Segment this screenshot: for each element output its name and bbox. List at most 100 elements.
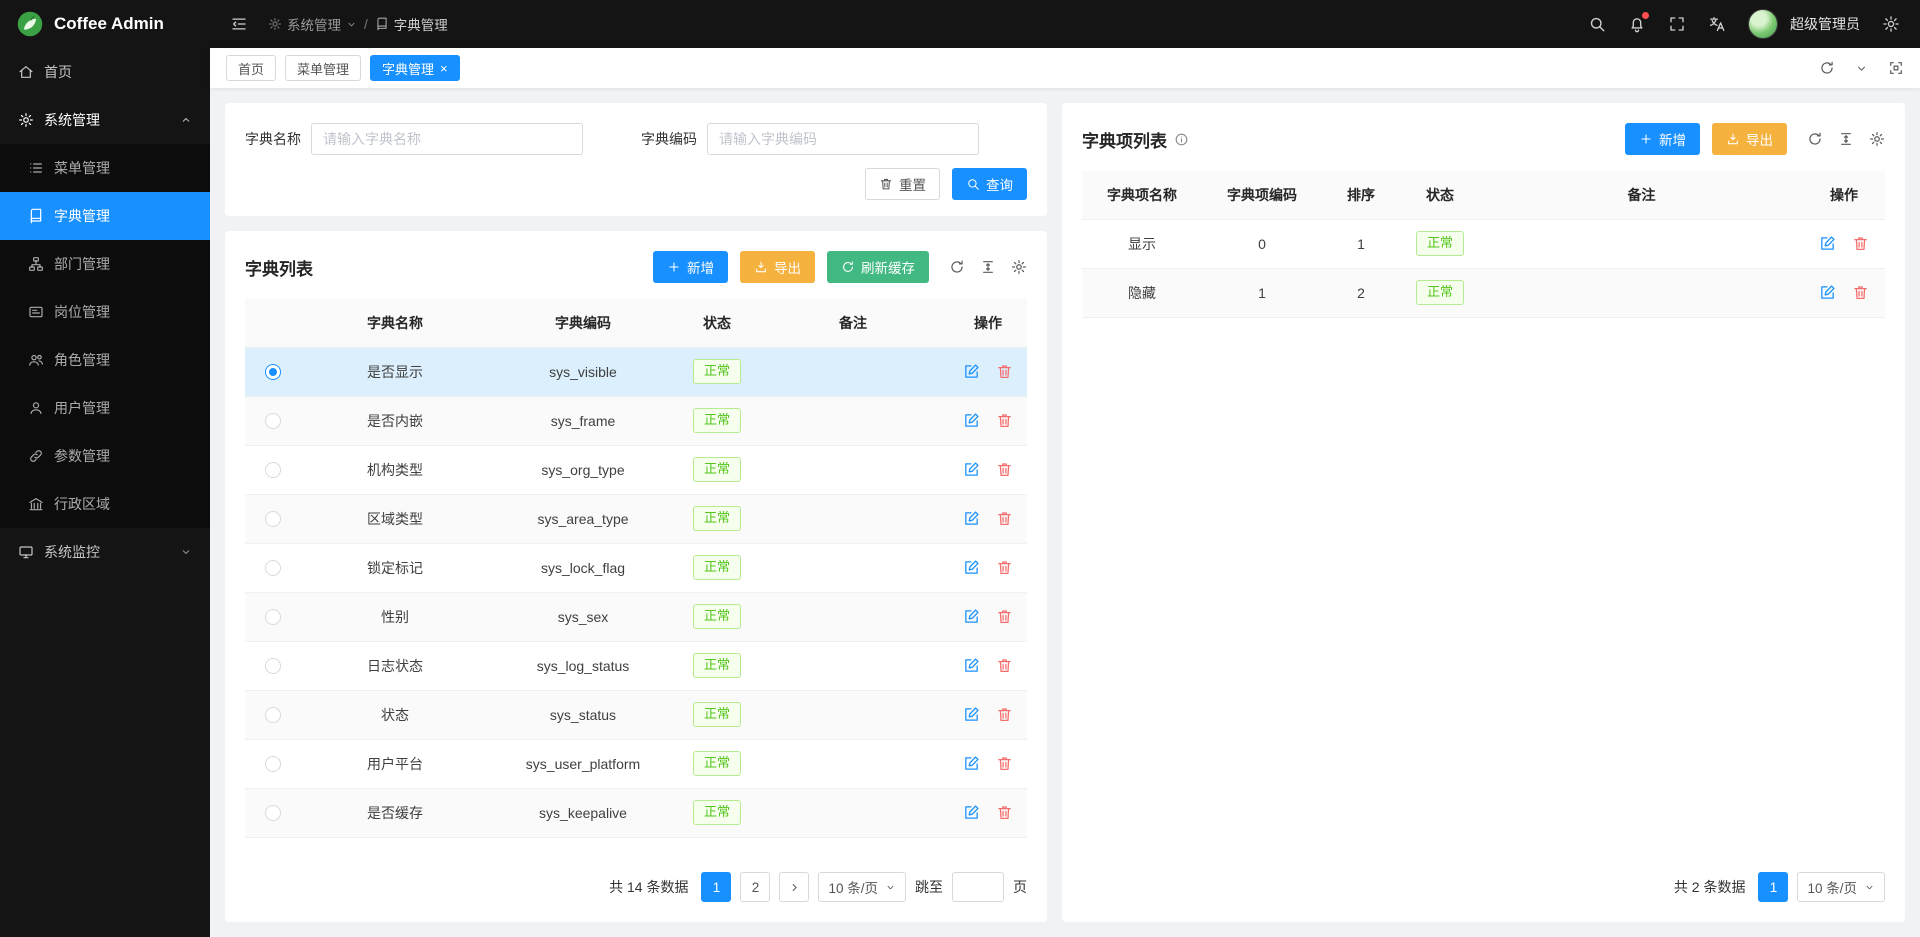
table-settings-gear-icon[interactable]: [1011, 259, 1027, 275]
post-card-icon: [28, 304, 44, 320]
sidebar-item-role-mgmt[interactable]: 角色管理: [0, 336, 210, 384]
delete-icon[interactable]: [996, 657, 1013, 674]
table-row[interactable]: 机构类型 sys_org_type 正常: [245, 445, 1027, 494]
row-radio[interactable]: [265, 560, 281, 576]
page-size-select[interactable]: 10 条/页: [818, 872, 906, 902]
refresh-cache-button[interactable]: 刷新缓存: [827, 251, 929, 283]
table-row[interactable]: 显示 0 1 正常: [1082, 219, 1885, 268]
table-row[interactable]: 状态 sys_status 正常: [245, 690, 1027, 739]
delete-icon[interactable]: [1852, 235, 1869, 252]
delete-icon[interactable]: [996, 755, 1013, 772]
row-radio[interactable]: [265, 462, 281, 478]
row-radio[interactable]: [265, 756, 281, 772]
edit-icon[interactable]: [963, 657, 980, 674]
delete-icon[interactable]: [996, 559, 1013, 576]
search-icon[interactable]: [1588, 15, 1606, 33]
dict-name-input[interactable]: [311, 123, 583, 155]
page-button-1[interactable]: 1: [701, 872, 731, 902]
info-icon[interactable]: [1174, 132, 1189, 147]
username[interactable]: 超级管理员: [1790, 14, 1860, 34]
table-row[interactable]: 是否内嵌 sys_frame 正常: [245, 396, 1027, 445]
tab-menu-mgmt[interactable]: 菜单管理: [285, 55, 361, 81]
export-dict-button[interactable]: 导出: [740, 251, 815, 283]
reload-table-icon[interactable]: [1807, 131, 1823, 147]
jump-page-input[interactable]: [952, 872, 1004, 902]
edit-icon[interactable]: [963, 804, 980, 821]
edit-icon[interactable]: [963, 706, 980, 723]
refresh-page-icon[interactable]: [1819, 60, 1835, 76]
add-dict-button[interactable]: 新增: [653, 251, 728, 283]
page-button-2[interactable]: 2: [740, 872, 770, 902]
table-row[interactable]: 是否缓存 sys_keepalive 正常: [245, 788, 1027, 837]
edit-icon[interactable]: [963, 608, 980, 625]
content-fullscreen-icon[interactable]: [1888, 60, 1904, 76]
add-dict-item-button[interactable]: 新增: [1625, 123, 1700, 155]
row-radio[interactable]: [265, 609, 281, 625]
table-row[interactable]: 隐藏 1 2 正常: [1082, 268, 1885, 317]
table-row[interactable]: 日志状态 sys_log_status 正常: [245, 641, 1027, 690]
notifications-button[interactable]: [1628, 15, 1646, 33]
sidebar-group-system-monitor[interactable]: 系统监控: [0, 528, 210, 576]
delete-icon[interactable]: [996, 608, 1013, 625]
delete-icon[interactable]: [996, 461, 1013, 478]
fullscreen-icon[interactable]: [1668, 15, 1686, 33]
sidebar-item-menu-mgmt[interactable]: 菜单管理: [0, 144, 210, 192]
row-radio[interactable]: [265, 511, 281, 527]
edit-icon[interactable]: [963, 461, 980, 478]
edit-icon[interactable]: [1819, 284, 1836, 301]
sidebar-item-param-mgmt[interactable]: 参数管理: [0, 432, 210, 480]
user-avatar[interactable]: [1748, 9, 1778, 39]
sidebar-item-dept-mgmt[interactable]: 部门管理: [0, 240, 210, 288]
edit-icon[interactable]: [963, 755, 980, 772]
list-icon: [28, 160, 44, 176]
dict-code-input[interactable]: [707, 123, 979, 155]
column-header: 字典编码: [489, 299, 677, 347]
table-row[interactable]: 区域类型 sys_area_type 正常: [245, 494, 1027, 543]
sidebar-item-post-mgmt[interactable]: 岗位管理: [0, 288, 210, 336]
row-radio[interactable]: [265, 413, 281, 429]
tab-dict-mgmt[interactable]: 字典管理 ×: [370, 55, 460, 81]
close-tab-icon[interactable]: ×: [440, 62, 448, 75]
edit-icon[interactable]: [1819, 235, 1836, 252]
table-row[interactable]: 性别 sys_sex 正常: [245, 592, 1027, 641]
sidebar-item-dict-mgmt[interactable]: 字典管理: [0, 192, 210, 240]
delete-icon[interactable]: [996, 412, 1013, 429]
reload-table-icon[interactable]: [949, 259, 965, 275]
delete-icon[interactable]: [996, 363, 1013, 380]
column-height-icon[interactable]: [1838, 131, 1854, 147]
page-button-1[interactable]: 1: [1758, 872, 1788, 902]
table-settings-gear-icon[interactable]: [1869, 131, 1885, 147]
row-radio[interactable]: [265, 658, 281, 674]
reset-button[interactable]: 重置: [865, 168, 940, 200]
edit-icon[interactable]: [963, 559, 980, 576]
tab-options-chevron-icon[interactable]: [1855, 62, 1868, 75]
collapse-sidebar-icon[interactable]: [230, 15, 248, 33]
settings-gear-icon[interactable]: [1882, 15, 1900, 33]
tab-home[interactable]: 首页: [226, 55, 276, 81]
breadcrumb-parent[interactable]: 系统管理: [268, 14, 357, 34]
sidebar-item-region-mgmt[interactable]: 行政区域: [0, 480, 210, 528]
row-radio[interactable]: [265, 805, 281, 821]
edit-icon[interactable]: [963, 510, 980, 527]
app-logo[interactable]: Coffee Admin: [0, 0, 210, 48]
edit-icon[interactable]: [963, 363, 980, 380]
delete-icon[interactable]: [996, 804, 1013, 821]
table-row[interactable]: 锁定标记 sys_lock_flag 正常: [245, 543, 1027, 592]
delete-icon[interactable]: [996, 706, 1013, 723]
export-dict-items-button[interactable]: 导出: [1712, 123, 1787, 155]
table-row[interactable]: 是否显示 sys_visible 正常: [245, 347, 1027, 396]
translate-icon[interactable]: [1708, 15, 1726, 33]
row-radio[interactable]: [265, 364, 281, 380]
query-button[interactable]: 查询: [952, 168, 1027, 200]
next-page-button[interactable]: [779, 872, 809, 902]
edit-icon[interactable]: [963, 412, 980, 429]
column-height-icon[interactable]: [980, 259, 996, 275]
delete-icon[interactable]: [1852, 284, 1869, 301]
delete-icon[interactable]: [996, 510, 1013, 527]
table-row[interactable]: 用户平台 sys_user_platform 正常: [245, 739, 1027, 788]
sidebar-item-home[interactable]: 首页: [0, 48, 210, 96]
sidebar-group-system-mgmt[interactable]: 系统管理: [0, 96, 210, 144]
page-size-select[interactable]: 10 条/页: [1797, 872, 1885, 902]
sidebar-item-user-mgmt[interactable]: 用户管理: [0, 384, 210, 432]
row-radio[interactable]: [265, 707, 281, 723]
